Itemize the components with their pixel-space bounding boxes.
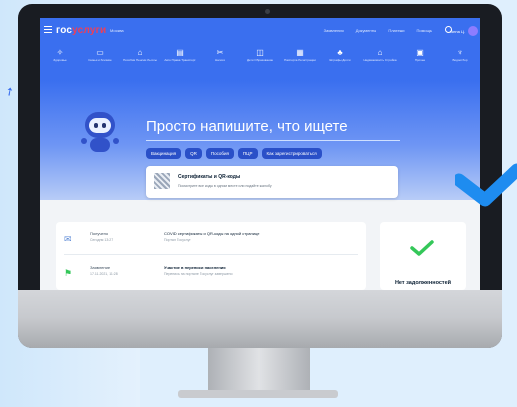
feed-title: Участие в переписи населения (164, 265, 226, 270)
category-item[interactable]: ▭ Семья и близкие (80, 44, 120, 80)
category-bar: ✧ Здоровье ▭ Семья и близкие ⌂ Пособия Пенсии… (40, 44, 480, 80)
top-navbar: госуслуги Москва Заявления Документы Пла… (40, 18, 480, 44)
top-links: Заявления Документы Платежи Помощь (324, 28, 432, 33)
category-icon: ▭ (96, 48, 104, 57)
feed-date: Сегодня 13:27 (90, 238, 114, 242)
category-icon: ◫ (256, 48, 264, 57)
category-item[interactable]: ▤ Авто Права Транспорт (160, 44, 200, 80)
envelope-icon: ✉ (64, 234, 72, 244)
chip-register[interactable]: Как зарегистрироваться (261, 148, 322, 159)
feed-panel: ✉ Получено Сегодня 13:27 COVID сертифика… (56, 222, 366, 290)
debts-card[interactable]: Нет задолженностей (380, 222, 466, 290)
category-label: Здоровье (53, 58, 67, 62)
category-item[interactable]: ♣ Штрафы Долги (320, 44, 360, 80)
quick-chips: Вакцинация QR Пособия ПЦР Как зарегистри… (146, 148, 322, 159)
robot-arm-right (113, 138, 119, 144)
category-label: Налоги (214, 58, 226, 62)
link-documents[interactable]: Документы (356, 28, 377, 33)
chip-pcr[interactable]: ПЦР (237, 148, 258, 159)
feed-date: 17.11.2021, 11:28 (90, 272, 118, 276)
flag-icon: ⚑ (64, 268, 73, 278)
robot-arm-left (81, 138, 87, 144)
user-menu[interactable]: Анна Ц. (450, 26, 478, 36)
category-icon: ▤ (176, 48, 184, 57)
feed-divider (64, 254, 358, 255)
monitor-base (178, 390, 338, 398)
category-item[interactable]: ✧ Здоровье (40, 44, 80, 80)
qr-code-icon (154, 173, 170, 189)
category-label: Паспорта Регистрации (284, 58, 316, 62)
category-icon: ✧ (56, 48, 64, 57)
certificates-title: Сертификаты и QR-коды (178, 174, 241, 180)
avatar (468, 26, 478, 36)
monitor-chin-bottom (18, 318, 502, 348)
category-label: Семья и близкие (88, 58, 112, 62)
category-icon: ▦ (296, 48, 304, 57)
feed-row[interactable]: ⚑ Заявление 17.11.2021, 11:28 Участие в … (56, 258, 366, 288)
link-payments[interactable]: Платежи (388, 28, 404, 33)
category-item[interactable]: ◫ Дети Образование (240, 44, 280, 80)
link-applications[interactable]: Заявления (324, 28, 344, 33)
category-icon: ⌂ (137, 48, 143, 57)
robot-face (89, 118, 111, 133)
category-icon: ✂ (216, 48, 224, 57)
category-label: Водоотбор (452, 58, 468, 62)
category-label: Дети Образование (246, 58, 274, 62)
no-debts-label: Нет задолженностей (394, 280, 452, 286)
feed-subtitle: Перепись на портале Госуслуг завершено (164, 272, 233, 276)
monitor-stand (208, 348, 310, 392)
category-item[interactable]: ✂ Налоги (200, 44, 240, 80)
category-item[interactable]: ▣ Прочее (400, 44, 440, 80)
category-item[interactable]: ⌂ Недвижимость Стройка (360, 44, 400, 80)
search-prompt[interactable]: Просто напишите, что ищете (146, 118, 348, 135)
chip-qr[interactable]: QR (185, 148, 202, 159)
robot-mascot-icon (80, 110, 120, 160)
checkmark-icon (410, 240, 434, 256)
user-name: Анна Ц. (450, 28, 466, 34)
gosuslugi-logo[interactable]: госуслуги (56, 25, 106, 36)
chip-benefits[interactable]: Пособия (205, 148, 234, 159)
feed-category: Заявление (90, 265, 111, 270)
robot-eye-right (102, 123, 106, 128)
feed-row[interactable]: ✉ Получено Сегодня 13:27 COVID сертифика… (56, 224, 366, 254)
logo-part-1: гос (56, 25, 73, 36)
feed-subtitle: Портал Госуслуг (164, 238, 191, 242)
category-item[interactable]: ⌂ Пособия Пенсии Льготы (120, 44, 160, 80)
category-icon: ⌂ (377, 48, 383, 57)
category-item[interactable]: ♆ Водоотбор (440, 44, 480, 80)
category-icon: ♆ (457, 48, 463, 57)
search-underline (146, 140, 400, 141)
robot-body (90, 138, 110, 152)
decorative-check-icon (455, 163, 517, 207)
link-help[interactable]: Помощь (417, 28, 432, 33)
feed-title: COVID сертификаты и QR-коды на одной стр… (164, 231, 260, 236)
category-label: Недвижимость Стройка (363, 58, 397, 62)
feed-category: Получено (90, 231, 109, 236)
robot-eye-left (94, 123, 98, 128)
category-label: Прочее (414, 58, 426, 62)
chip-vaccination[interactable]: Вакцинация (146, 148, 182, 159)
category-icon: ♣ (337, 48, 343, 57)
category-icon: ▣ (416, 48, 424, 57)
category-label: Авто Права Транспорт (164, 58, 196, 62)
category-item[interactable]: ▦ Паспорта Регистрации (280, 44, 320, 80)
camera-icon (265, 9, 270, 14)
category-label: Пособия Пенсии Льготы (123, 58, 157, 62)
browser-screen: госуслуги Москва Заявления Документы Пла… (40, 18, 480, 290)
category-label: Штрафы Долги (329, 58, 351, 62)
menu-icon[interactable] (44, 26, 52, 34)
logo-part-2: услуги (72, 25, 107, 36)
city-selector[interactable]: Москва (110, 28, 124, 33)
certificates-card[interactable]: Сертификаты и QR-коды Посмотрите все код… (146, 166, 398, 198)
certificates-subtitle: Посмотрите все коды в одном месте или по… (178, 184, 272, 188)
